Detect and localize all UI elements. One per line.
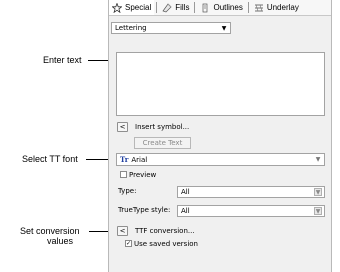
star-icon [112, 2, 122, 13]
tab-separator [156, 2, 158, 13]
callout-enter-text: Enter text [43, 55, 82, 65]
tab-outlines[interactable]: Outlines [197, 0, 245, 15]
fill-icon [162, 2, 172, 13]
chevron-down-icon: ▼ [315, 156, 321, 163]
use-saved-version-label: Use saved version [134, 240, 198, 248]
tab-bar: Special Fills Outlines Underlay [109, 0, 331, 16]
tab-label: Underlay [266, 3, 299, 12]
tab-label: Fills [175, 3, 190, 12]
font-select[interactable]: Tr Arial ▼ [116, 153, 325, 166]
insert-symbol-label: Insert symbol... [135, 123, 190, 131]
callout-set-conversion-2: values [47, 236, 74, 246]
underlay-icon [254, 3, 264, 13]
chevron-down-icon: ▼ [314, 207, 322, 215]
lettering-panel: Special Fills Outlines Underlay Letterin… [108, 0, 332, 272]
type-value: All [181, 188, 190, 196]
ttf-conversion-label: TTF conversion... [135, 227, 195, 235]
create-text-button[interactable]: Create Text [134, 137, 191, 149]
use-saved-version-checkbox[interactable]: ✓ [125, 240, 132, 247]
truetype-style-value: All [181, 207, 190, 215]
preview-checkbox[interactable] [120, 171, 127, 178]
font-value: Arial [131, 155, 148, 164]
ttf-conversion-button[interactable]: < [117, 226, 128, 236]
callout-select-font: Select TT font [22, 154, 78, 164]
tab-special[interactable]: Special [109, 0, 155, 15]
tab-separator [194, 2, 196, 13]
preview-label: Preview [129, 171, 157, 179]
chevron-down-icon: ▼ [314, 188, 322, 196]
object-type-select[interactable]: Lettering ▼ [111, 22, 231, 34]
type-label: Type: [118, 187, 137, 195]
tab-label: Outlines [213, 3, 243, 12]
tab-fills[interactable]: Fills [159, 0, 192, 15]
insert-symbol-button[interactable]: < [117, 122, 128, 132]
truetype-font-icon: Tr [120, 155, 129, 164]
tab-separator [247, 2, 249, 13]
lettering-text-input[interactable] [116, 52, 325, 116]
checkmark-icon: ✓ [125, 239, 132, 247]
truetype-style-label: TrueType style: [118, 206, 171, 214]
outline-icon [200, 3, 210, 13]
tab-underlay[interactable]: Underlay [251, 0, 302, 15]
chevron-down-icon: ▼ [221, 25, 227, 32]
callout-set-conversion: Set conversion [20, 226, 80, 236]
type-select[interactable]: All ▼ [177, 186, 325, 198]
tab-label: Special [125, 3, 152, 12]
truetype-style-select[interactable]: All ▼ [177, 205, 325, 217]
object-type-value: Lettering [115, 24, 147, 32]
